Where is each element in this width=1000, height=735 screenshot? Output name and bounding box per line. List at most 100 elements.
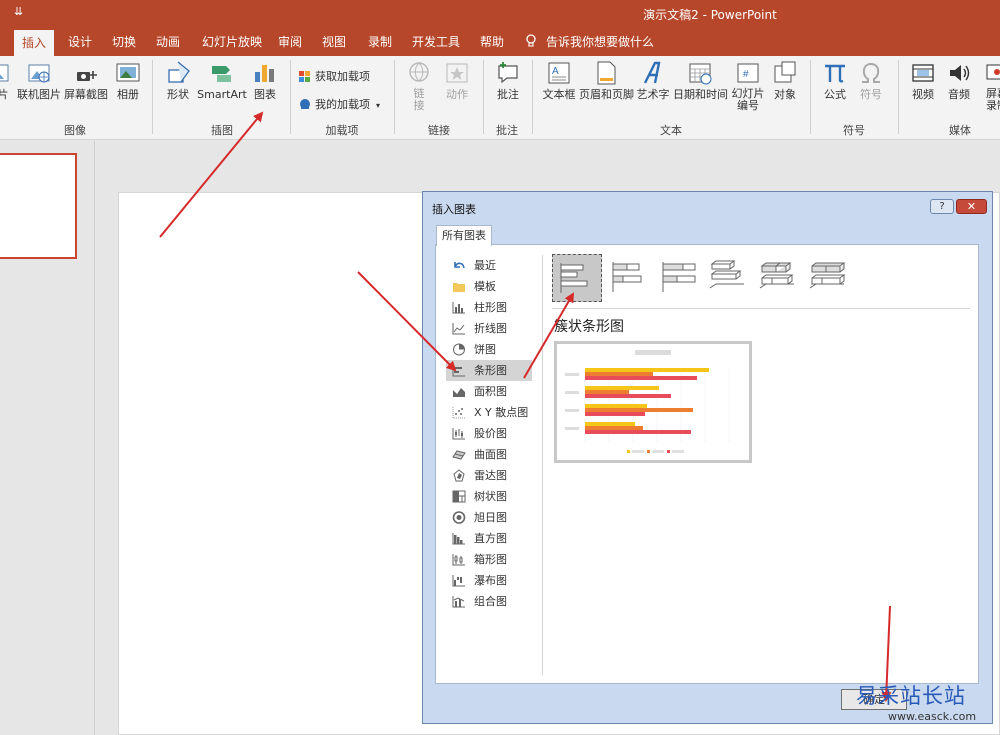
category-surface[interactable]: 曲面图 [446,444,532,465]
textbox-button[interactable]: A 文本框 [542,60,576,102]
category-label: 箱形图 [474,553,507,566]
category-label: 瀑布图 [474,574,507,587]
category-radar[interactable]: 雷达图 [446,465,532,486]
store-icon [299,71,310,82]
tab-insert[interactable]: 插入 [14,30,55,56]
tab-help[interactable]: 帮助 [472,28,512,56]
shapes-icon [168,61,190,83]
slide-thumbnail-panel[interactable] [0,141,95,735]
comment-label: 批注 [497,88,519,101]
online-pictures-icon [28,64,50,83]
wordart-button[interactable]: 艺术字 [636,60,670,102]
dialog-body: 最近 模板 柱形图 折线图 饼图 条形图 面积图 X Y 散点图 股价图 曲面图… [435,244,979,684]
comment-button[interactable]: 批注 [494,60,522,102]
tab-animations[interactable]: 动画 [148,28,188,56]
tab-view[interactable]: 视图 [314,28,354,56]
subtype-title: 簇状条形图 [554,319,624,335]
category-combo[interactable]: 组合图 [446,591,532,612]
subtype-3d-100-stacked-bar[interactable] [804,254,854,302]
symbol-button[interactable]: 符号 [856,60,886,102]
category-recent[interactable]: 最近 [446,255,532,276]
lightbulb-icon [526,34,536,47]
speaker-icon [950,65,970,81]
chart-label: 图表 [254,88,276,101]
category-sunburst[interactable]: 旭日图 [446,507,532,528]
slide-thumbnail[interactable] [0,153,77,259]
tab-developer[interactable]: 开发工具 [404,28,468,56]
tab-all-charts[interactable]: 所有图表 [436,225,492,246]
audio-button[interactable]: 音频 [944,60,974,102]
chart-preview-graphic [565,350,730,453]
group-separator [810,60,811,134]
smartart-label: SmartArt [197,88,247,101]
equation-label: 公式 [824,88,846,101]
object-button[interactable]: 对象 [770,60,800,102]
category-box-whisker[interactable]: 箱形图 [446,549,532,570]
category-bar[interactable]: 条形图 [446,360,532,381]
category-pie[interactable]: 饼图 [446,339,532,360]
subtype-3d-clustered-bar[interactable] [704,254,754,302]
category-separator [542,255,543,675]
chart-category-list: 最近 模板 柱形图 折线图 饼图 条形图 面积图 X Y 散点图 股价图 曲面图… [446,255,532,612]
subtype-clustered-bar[interactable] [552,254,602,302]
photo-album-icon [116,63,140,82]
category-histogram[interactable]: 直方图 [446,528,532,549]
stacked-bar-icon [612,262,642,292]
chart-button[interactable]: 图表 [250,60,280,102]
dialog-title: 插入图表 [432,203,476,216]
my-addins-button[interactable]: 我的加载项 ▾ [298,96,380,112]
group-label-addins: 加载项 [325,124,359,137]
date-time-button[interactable]: 日期和时间 [673,60,728,102]
dialog-help-button[interactable]: ? [930,199,954,214]
tab-design[interactable]: 设计 [60,28,100,56]
dialog-close-button[interactable]: ✕ [956,199,987,214]
column-chart-icon [452,302,465,314]
action-button[interactable]: 动作 [441,60,473,102]
category-label: 旭日图 [474,511,507,524]
category-column[interactable]: 柱形图 [446,297,532,318]
category-treemap[interactable]: 树状图 [446,486,532,507]
category-waterfall[interactable]: 瀑布图 [446,570,532,591]
tab-record[interactable]: 录制 [360,28,400,56]
screenshot-button[interactable]: 屏幕截图 [63,60,109,102]
category-label: 曲面图 [474,448,507,461]
subtype-3d-stacked-bar[interactable] [754,254,804,302]
stock-chart-icon [452,428,465,440]
category-templates[interactable]: 模板 [446,276,532,297]
category-area[interactable]: 面积图 [446,381,532,402]
screen-recording-button[interactable]: 屏幕录制 [982,60,1000,112]
calendar-icon [689,63,712,85]
get-addins-button[interactable]: 获取加载项 [298,68,370,84]
textbox-icon: A [548,62,570,84]
tab-transitions[interactable]: 切换 [104,28,144,56]
video-button[interactable]: 视频 [908,60,938,102]
get-addins-label: 获取加载项 [315,70,370,83]
equation-button[interactable]: 公式 [820,60,850,102]
shapes-button[interactable]: 形状 [162,60,194,102]
subtype-stacked-bar[interactable] [605,254,655,302]
slide-number-button[interactable]: # 幻灯片 编号 [730,60,766,112]
undo-icon [454,262,465,269]
slide-number-label: 幻灯片 编号 [731,87,765,112]
category-label: X Y 散点图 [474,406,529,419]
tab-review[interactable]: 审阅 [270,28,310,56]
tab-slideshow[interactable]: 幻灯片放映 [194,28,270,56]
category-line[interactable]: 折线图 [446,318,532,339]
group-label-text: 文本 [660,124,682,137]
percent-stacked-bar-icon [662,262,696,292]
online-pictures-button[interactable]: 联机图片 [17,60,61,102]
tell-me-search[interactable]: 告诉我你想要做什么 [524,28,654,56]
wordart-label: 艺术字 [636,88,670,101]
area-chart-icon [453,388,465,397]
header-footer-button[interactable]: 页眉和页脚 [579,60,634,102]
picture-button[interactable]: 片 [0,60,12,102]
photo-album-button[interactable]: 相册 [112,60,144,102]
textbox-label: 文本框 [542,88,576,101]
subtype-100-stacked-bar[interactable] [655,254,705,302]
category-scatter[interactable]: X Y 散点图 [446,402,532,423]
category-stock[interactable]: 股价图 [446,423,532,444]
smartart-button[interactable]: SmartArt [197,60,247,102]
link-button[interactable]: 链接 [404,60,434,112]
category-label: 雷达图 [474,469,507,482]
group-label-links: 链接 [428,124,450,137]
